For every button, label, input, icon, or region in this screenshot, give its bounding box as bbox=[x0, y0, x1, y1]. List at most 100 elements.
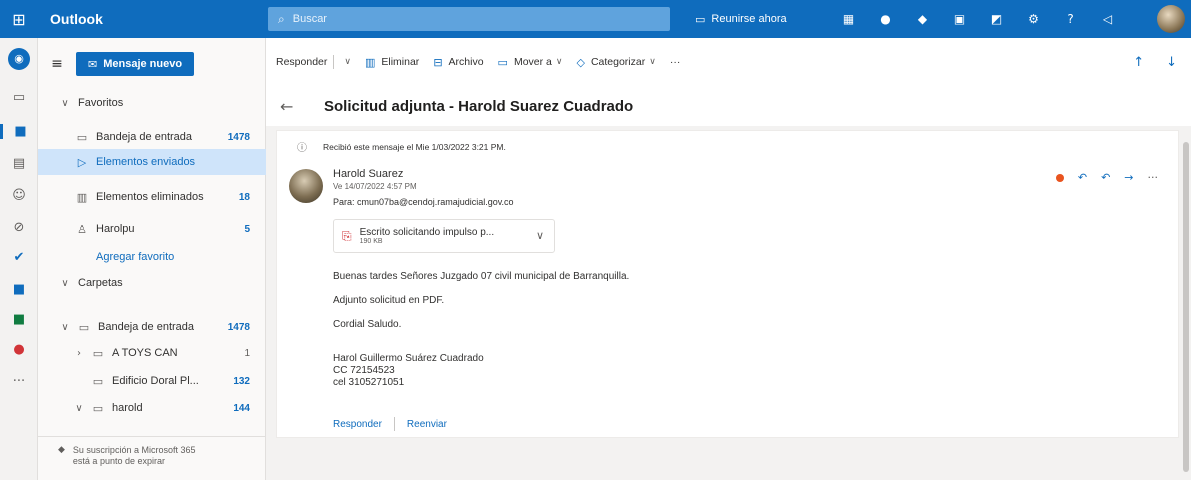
folder-icon: ▭ bbox=[92, 374, 104, 388]
archive-icon: ⊟ bbox=[433, 55, 443, 69]
favorites-header[interactable]: ∨ Favoritos bbox=[38, 90, 266, 116]
forward-link[interactable]: Reenviar bbox=[407, 419, 447, 430]
more-options-icon[interactable]: ··· bbox=[1148, 171, 1159, 184]
sender-name[interactable]: Harold Suarez bbox=[333, 168, 403, 180]
forward-icon[interactable]: → bbox=[1124, 171, 1133, 184]
powerpoint-icon[interactable]: ● bbox=[0, 342, 38, 357]
chevron-down-icon: ∨ bbox=[61, 277, 69, 289]
favorite-item-inbox[interactable]: ▭ Bandeja de entrada 1478 bbox=[38, 124, 266, 150]
user-avatar[interactable] bbox=[1157, 5, 1185, 33]
search-box[interactable]: ⌕ Buscar bbox=[268, 7, 670, 31]
more-apps-icon[interactable]: ··· bbox=[0, 374, 38, 389]
reply-command-label: Responder bbox=[276, 56, 328, 68]
megaphone-icon[interactable]: ◩ bbox=[978, 12, 1015, 26]
folder-item-label: harold bbox=[112, 402, 143, 414]
people-icon[interactable]: ☺ bbox=[0, 188, 38, 203]
hamburger-menu-icon[interactable]: ≡ bbox=[38, 56, 76, 72]
settings-icon[interactable]: ⚙ bbox=[1015, 12, 1052, 26]
folder-item-inbox[interactable]: ∨ ▭ Bandeja de entrada 1478 bbox=[38, 314, 266, 340]
calendar-rail-icon[interactable]: ▤ bbox=[0, 156, 38, 171]
folder-item-harold[interactable]: ∨ ▭ harold 144 bbox=[38, 395, 266, 421]
diamond-icon: ◆ bbox=[58, 445, 65, 455]
divider bbox=[333, 55, 335, 69]
folder-item-edificio-doral[interactable]: ▭ Edificio Doral Pl... 132 bbox=[38, 368, 266, 394]
feedback-icon[interactable]: ◁ bbox=[1089, 12, 1126, 26]
trash-icon: ▥ bbox=[76, 190, 88, 204]
chevron-down-icon[interactable]: ∨ bbox=[536, 229, 544, 242]
add-favorite-label: Agregar favorito bbox=[96, 251, 175, 263]
sender-avatar[interactable] bbox=[289, 169, 323, 203]
person-icon: ♙ bbox=[77, 222, 87, 236]
app-launcher-icon[interactable]: ⊞ bbox=[0, 0, 38, 38]
folder-item-label: Edificio Doral Pl... bbox=[112, 375, 199, 387]
reading-pane: ← Solicitud adjunta - Harold Suarez Cuad… bbox=[266, 86, 1191, 480]
office-icon[interactable]: ◉ bbox=[8, 48, 30, 70]
new-message-button[interactable]: ✉ Mensaje nuevo bbox=[76, 52, 195, 76]
message-actions: ↶ ↶ → ··· bbox=[1042, 171, 1158, 184]
archive-command[interactable]: ⊟ Archivo bbox=[433, 56, 483, 69]
compose-icon[interactable]: ▭ bbox=[0, 90, 38, 105]
attachment-icon[interactable]: ⊘ bbox=[0, 220, 38, 235]
todo-icon[interactable]: ✔ bbox=[0, 250, 38, 265]
status-dot-icon bbox=[1055, 173, 1064, 182]
add-favorite-link[interactable]: Agregar favorito bbox=[38, 244, 266, 270]
new-message-icon: ✉ bbox=[88, 57, 98, 71]
item-count: 1 bbox=[244, 347, 250, 359]
word-icon[interactable]: ■ bbox=[0, 282, 38, 297]
move-command-label: Mover a bbox=[513, 56, 552, 68]
divider bbox=[393, 417, 395, 431]
send-icon: ▷ bbox=[77, 155, 87, 169]
reply-all-icon[interactable]: ↶ bbox=[1101, 171, 1110, 184]
arrow-up-icon[interactable]: ↑ bbox=[1133, 55, 1144, 70]
folders-header[interactable]: ∨ Carpetas bbox=[38, 270, 266, 296]
chevron-right-icon: › bbox=[77, 347, 81, 359]
pdf-file-icon: ⎘ bbox=[342, 228, 352, 243]
attachment-name: Escrito solicitando impulso p... bbox=[359, 227, 495, 238]
body-line: Harol Guillermo Suárez Cuadrado bbox=[333, 353, 484, 364]
favorite-item-harolpu[interactable]: ♙ Harolpu 5 bbox=[38, 216, 266, 242]
chevron-down-icon: ∨ bbox=[555, 57, 563, 67]
more-commands-button[interactable]: ··· bbox=[670, 56, 681, 68]
sent-date: Ve 14/07/2022 4:57 PM bbox=[333, 182, 417, 191]
favorite-item-sent[interactable]: ▷ Elementos enviados bbox=[38, 149, 266, 175]
search-icon: ⌕ bbox=[278, 11, 285, 26]
excel-icon[interactable]: ■ bbox=[0, 312, 38, 327]
new-message-row: ≡ ✉ Mensaje nuevo bbox=[38, 50, 266, 78]
reply-icon[interactable]: ↶ bbox=[1078, 171, 1087, 184]
mail-icon[interactable]: ■ bbox=[0, 124, 38, 139]
inbox-icon: ▭ bbox=[76, 130, 88, 144]
reply-link[interactable]: Responder bbox=[333, 419, 382, 430]
body-line: CC 72154523 bbox=[333, 365, 395, 376]
scrollbar[interactable] bbox=[1183, 142, 1189, 472]
help-icon[interactable]: ? bbox=[1052, 12, 1089, 26]
arrow-down-icon[interactable]: ↓ bbox=[1166, 55, 1177, 70]
attachment-info: Escrito solicitando impulso p... 190 KB bbox=[360, 227, 495, 245]
unread-count: 18 bbox=[238, 191, 250, 203]
recipient-line: Para: cmun07ba@cendoj.ramajudicial.gov.c… bbox=[333, 197, 514, 207]
move-command[interactable]: ▭ Mover a ∨ bbox=[498, 56, 563, 69]
navigation-arrows: ↑ ↓ bbox=[1111, 38, 1177, 86]
categorize-command[interactable]: ◇ Categorizar ∨ bbox=[576, 56, 655, 69]
calendar-icon[interactable]: ▣ bbox=[941, 12, 978, 26]
folder-item-a-toys-can[interactable]: › ▭ A TOYS CAN 1 bbox=[38, 340, 266, 366]
favorite-item-deleted[interactable]: ▥ Elementos eliminados 18 bbox=[38, 184, 266, 210]
inbox-icon: ▭ bbox=[78, 320, 90, 334]
diamond-icon[interactable]: ◆ bbox=[904, 12, 941, 26]
chevron-down-icon[interactable]: ∨ bbox=[344, 57, 351, 67]
more-commands-label: ··· bbox=[669, 56, 681, 68]
back-arrow-icon[interactable]: ← bbox=[280, 97, 320, 116]
reply-command[interactable]: Responder ∨ bbox=[276, 55, 351, 69]
delete-command[interactable]: ▥ Eliminar bbox=[365, 56, 419, 69]
unread-count: 5 bbox=[244, 223, 250, 235]
attachment-card[interactable]: ⎘ Escrito solicitando impulso p... 190 K… bbox=[333, 219, 555, 253]
subject-row: ← Solicitud adjunta - Harold Suarez Cuad… bbox=[266, 86, 1191, 126]
teams-icon[interactable]: ▦ bbox=[830, 12, 867, 26]
favorite-item-label: Elementos eliminados bbox=[96, 191, 204, 203]
meet-now-button[interactable]: ▭ Reunirse ahora bbox=[695, 0, 787, 38]
skype-icon[interactable]: ● bbox=[867, 12, 904, 26]
app-title[interactable]: Outlook bbox=[50, 11, 260, 27]
top-bar-icons: ▦ ● ◆ ▣ ◩ ⚙ ? ◁ bbox=[830, 0, 1126, 38]
subscription-notice[interactable]: ◆ Su suscripción a Microsoft 365 está a … bbox=[38, 436, 266, 467]
info-icon: ⓘ bbox=[297, 143, 307, 154]
trash-icon: ▥ bbox=[364, 55, 376, 69]
